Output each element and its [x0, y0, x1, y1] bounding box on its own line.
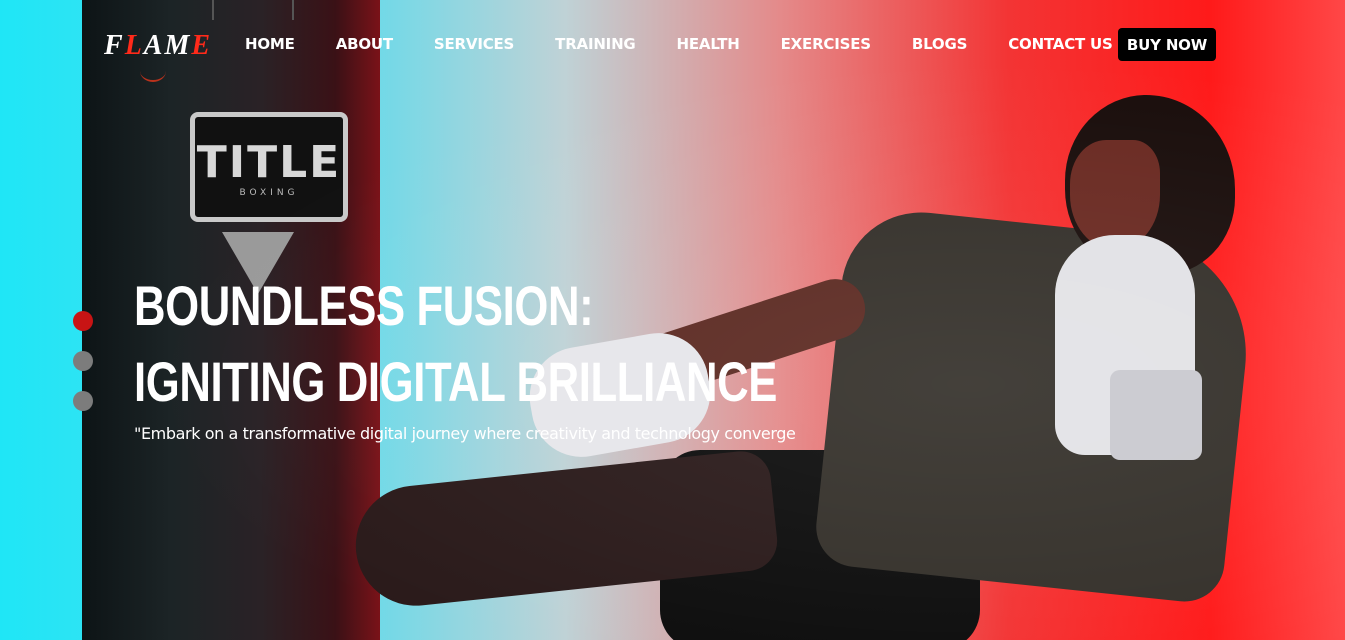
slide-dot-2[interactable] [73, 351, 93, 371]
slide-dot-1[interactable] [73, 311, 93, 331]
flame-icon [140, 60, 166, 82]
bag-brand-subtext: BOXING [239, 187, 299, 198]
nav-item-services[interactable]: SERVICES [434, 35, 514, 53]
nav-item-about[interactable]: ABOUT [336, 35, 393, 53]
nav-item-training[interactable]: TRAINING [555, 35, 636, 53]
boxing-glove-right [1055, 235, 1195, 455]
nav-item-contact[interactable]: CONTACT US [1008, 35, 1113, 53]
bag-brand-logo: TITLE BOXING [190, 112, 348, 222]
bag-brand-text: TITLE [196, 136, 342, 188]
nav-item-home[interactable]: HOME [245, 35, 295, 53]
slide-dot-3[interactable] [73, 391, 93, 411]
buy-now-button[interactable]: BUY NOW [1118, 28, 1216, 61]
main-nav: HOME ABOUT SERVICES TRAINING HEALTH EXER… [245, 28, 1154, 60]
hero-headline-line2: IGNITING DIGITAL BRILLIANCE [134, 350, 778, 413]
hero-tagline: "Embark on a transformative digital jour… [134, 424, 796, 443]
hero-section: TITLE BOXING FLAME HOME ABOUT SERVICES T… [0, 0, 1345, 640]
hero-headline: BOUNDLESS FUSION: IGNITING DIGITAL BRILL… [134, 268, 777, 420]
nav-item-exercises[interactable]: EXERCISES [781, 35, 871, 53]
hero-headline-line1: BOUNDLESS FUSION: [134, 274, 594, 337]
nav-item-blogs[interactable]: BLOGS [912, 35, 968, 53]
slider-pagination [73, 311, 93, 431]
site-header: FLAME HOME ABOUT SERVICES TRAINING HEALT… [0, 0, 1345, 90]
nav-item-health[interactable]: HEALTH [677, 35, 740, 53]
site-logo[interactable]: FLAME [104, 30, 212, 62]
